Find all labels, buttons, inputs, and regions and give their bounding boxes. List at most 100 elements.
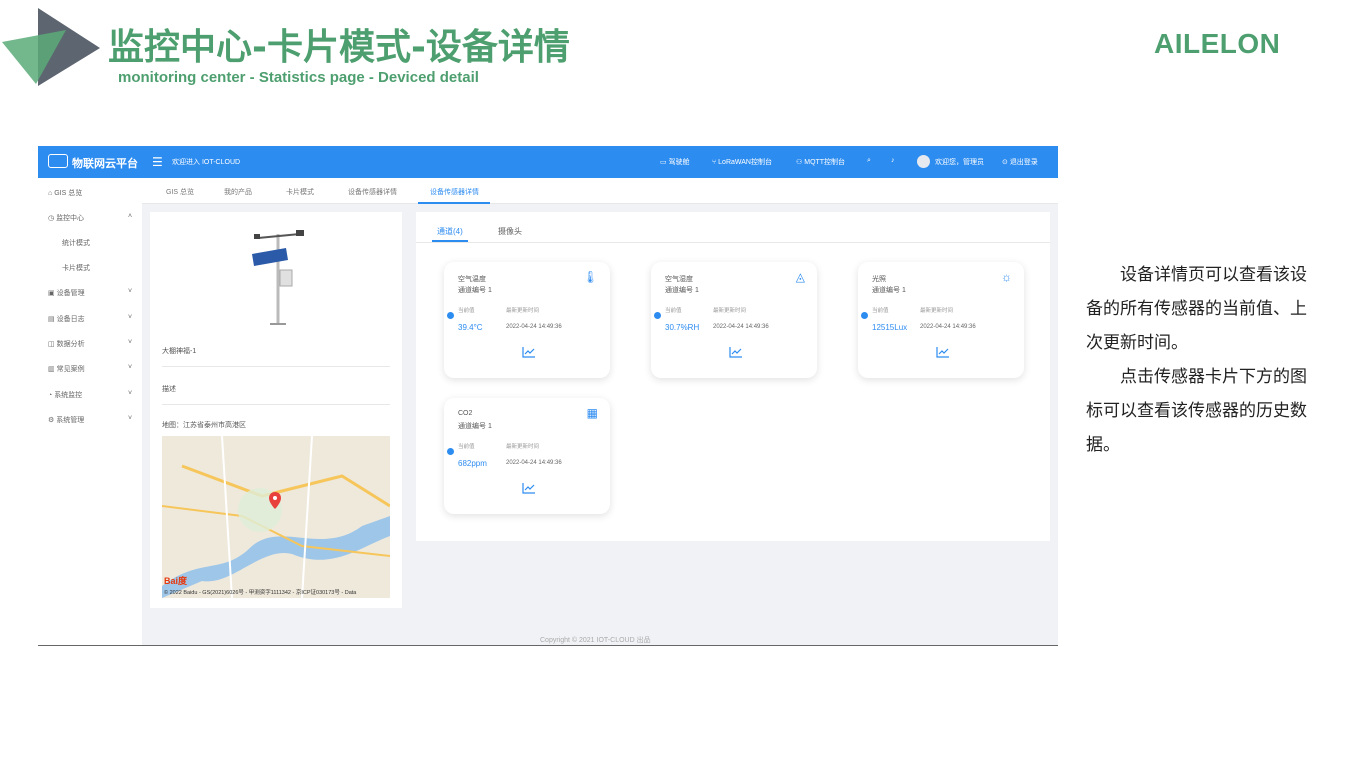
app-logo-icon (48, 154, 68, 168)
sensor-value: 30.7%RH (665, 323, 700, 332)
sensor-channel: 通道编号 1 (458, 287, 492, 294)
sensor-value: 12515Lux (872, 323, 908, 332)
search-icon[interactable]: ⌕ (867, 157, 871, 165)
bell-icon[interactable]: ♪ (891, 157, 895, 164)
sensor-card[interactable]: 空气温度 通道编号 1 🌡︎ 当前值 最新更新时间 39.4°C 2022-04… (444, 262, 610, 378)
logout-link[interactable]: ⊙ 退出登录 (1002, 157, 1038, 167)
device-icon: ▣ (48, 290, 55, 297)
logout-label: 退出登录 (1009, 159, 1038, 166)
device-name: 大棚神福-1 (162, 348, 197, 355)
sensor-name: 空气温度 (458, 276, 486, 283)
status-dot (654, 312, 661, 319)
slide: 监控中心-卡片模式-设备详情 monitoring center - Stati… (0, 0, 1350, 759)
chevron-down-icon: ˅ (128, 390, 133, 397)
history-chart-icon[interactable] (522, 346, 536, 358)
thermometer-icon: 🌡︎ (582, 270, 598, 284)
mqtt-label: MQTT控制台 (804, 159, 846, 166)
menu-toggle-icon[interactable]: ☰ (152, 155, 163, 169)
slide-subtitle: monitoring center - Statistics page - De… (118, 69, 479, 86)
sensor-time: 2022-04-24 14:49:36 (920, 324, 976, 330)
sensor-time: 2022-04-24 14:49:36 (506, 324, 562, 330)
current-label: 当前值 (458, 308, 475, 314)
tab-card-mode[interactable]: 卡片模式 (286, 187, 314, 197)
sidebar-item-analysis[interactable]: ◫ 数据分析 ˅ (48, 339, 132, 349)
sensor-panel: 通道(4) 摄像头 空气温度 通道编号 1 🌡︎ 当前值 最新更新时间 39.4… (416, 212, 1050, 541)
sensor-time: 2022-04-24 14:49:36 (506, 460, 562, 466)
status-dot (447, 448, 454, 455)
sensor-name: CO2 (458, 410, 473, 417)
sidebar-item-sysadmin[interactable]: ⚙ 系统管理 ˅ (48, 415, 132, 425)
sun-icon: ☼ (1001, 270, 1012, 284)
sidebar-item-label: 设备管理 (56, 290, 85, 297)
history-chart-icon[interactable] (936, 346, 950, 358)
page-tabs: GIS 总览 我的产品 卡片模式 设备传感器详情 设备传感器详情 (142, 178, 1058, 204)
lorawan-link[interactable]: ⑂ LoRaWAN控制台 (712, 157, 772, 167)
sensor-time: 2022-04-24 14:49:36 (713, 324, 769, 330)
sensor-channel: 通道编号 1 (458, 423, 492, 430)
chevron-down-icon: ˅ (128, 364, 133, 371)
tab-channels[interactable]: 通道(4) (437, 226, 463, 237)
avatar[interactable] (917, 155, 930, 168)
sensor-card[interactable]: 光照 通道编号 1 ☼ 当前值 最新更新时间 12515Lux 2022-04-… (858, 262, 1024, 378)
mqtt-link[interactable]: ⚇ MQTT控制台 (796, 157, 845, 167)
map-graphic (162, 436, 390, 598)
tab-products[interactable]: 我的产品 (224, 187, 252, 197)
tab-sensor-detail-active[interactable]: 设备传感器详情 (430, 187, 479, 197)
sidebar-subitem-stats[interactable]: 统计模式 (62, 238, 90, 248)
updated-label: 最新更新时间 (506, 444, 540, 450)
location-map[interactable]: Bai度 © 2022 Baidu - GS(2021)6026号 - 甲测资字… (162, 436, 390, 598)
welcome-text: 欢迎进入 IOT-CLOUD (172, 159, 241, 166)
description-paragraph: 点击传感器卡片下方的图标可以查看该传感器的历史数据。 (1086, 367, 1307, 455)
sidebar: ⌂ GIS 总览 ◷ 监控中心 ˄ 统计模式 卡片模式 ▣ 设备管理 ˅ ▤ 设备日… (38, 178, 142, 645)
chevron-down-icon: ˅ (128, 415, 133, 422)
chart-icon: ◫ (48, 341, 55, 348)
baidu-logo: Bai度 (164, 576, 188, 586)
slide-description: 设备详情页可以查看该设备的所有传感器的当前值、上次更新时间。 点击传感器卡片下方… (1086, 258, 1322, 462)
status-dot (861, 312, 868, 319)
chevron-up-icon: ˄ (128, 213, 133, 220)
sidebar-item-log[interactable]: ▤ 设备日志 ˅ (48, 314, 132, 324)
tab-gis[interactable]: GIS 总览 (166, 187, 194, 197)
sidebar-item-gis[interactable]: ⌂ GIS 总览 (48, 188, 82, 198)
cockpit-label: 驾驶舱 (668, 159, 690, 166)
sensor-channel: 通道编号 1 (665, 287, 699, 294)
sidebar-item-label: GIS 总览 (54, 190, 83, 197)
case-icon: ▥ (48, 366, 55, 373)
sidebar-item-label: 设备日志 (56, 316, 85, 323)
cockpit-link[interactable]: ▭ 驾驶舱 (660, 157, 690, 167)
tab-sensor-detail[interactable]: 设备传感器详情 (348, 187, 397, 197)
sensor-channel: 通道编号 1 (872, 287, 906, 294)
sensor-card[interactable]: CO2 通道编号 1 ▦ 当前值 最新更新时间 682ppm 2022-04-2… (444, 398, 610, 514)
sidebar-item-device[interactable]: ▣ 设备管理 ˅ (48, 288, 132, 298)
chevron-down-icon: ˅ (128, 288, 133, 295)
divider (162, 366, 390, 367)
active-tab-indicator (418, 202, 490, 204)
sidebar-item-label: 常见案例 (56, 366, 85, 373)
brand-triangle-icon (2, 8, 100, 86)
sidebar-item-sysmon[interactable]: ◔ 系统监控 ˅ (48, 390, 132, 400)
tab-camera[interactable]: 摄像头 (498, 226, 522, 237)
status-dot (447, 312, 454, 319)
chevron-down-icon: ˅ (128, 314, 133, 321)
sidebar-item-cases[interactable]: ▥ 常见案例 ˅ (48, 364, 132, 374)
sensor-name: 空气湿度 (665, 276, 693, 283)
sensor-value: 682ppm (458, 459, 487, 468)
footer-copyright: Copyright © 2021 IOT-CLOUD 出品 (540, 637, 651, 644)
lorawan-label: LoRaWAN控制台 (718, 159, 772, 166)
co2-icon: ▦ (586, 406, 598, 420)
history-chart-icon[interactable] (729, 346, 743, 358)
top-navbar: 物联网云平台 ☰ 欢迎进入 IOT-CLOUD ▭ 驾驶舱 ⑂ LoRaWAN控… (38, 146, 1058, 178)
brand-logo: AILELON (1154, 28, 1281, 59)
history-chart-icon[interactable] (522, 482, 536, 494)
divider (416, 242, 1050, 243)
sidebar-item-monitor[interactable]: ◷ 监控中心 ˄ (48, 213, 132, 223)
current-label: 当前值 (665, 308, 682, 314)
app-name: 物联网云平台 (72, 157, 138, 170)
user-greeting[interactable]: 欢迎您，管理员 (935, 157, 984, 167)
weather-station-image (252, 230, 304, 325)
sensor-card[interactable]: 空气湿度 通道编号 1 ◬ 当前值 最新更新时间 30.7%RH 2022-04… (651, 262, 817, 378)
sidebar-subitem-card[interactable]: 卡片模式 (62, 263, 90, 273)
current-label: 当前值 (872, 308, 889, 314)
chevron-down-icon: ˅ (128, 339, 133, 346)
description-paragraph: 设备详情页可以查看该设备的所有传感器的当前值、上次更新时间。 (1086, 265, 1307, 353)
